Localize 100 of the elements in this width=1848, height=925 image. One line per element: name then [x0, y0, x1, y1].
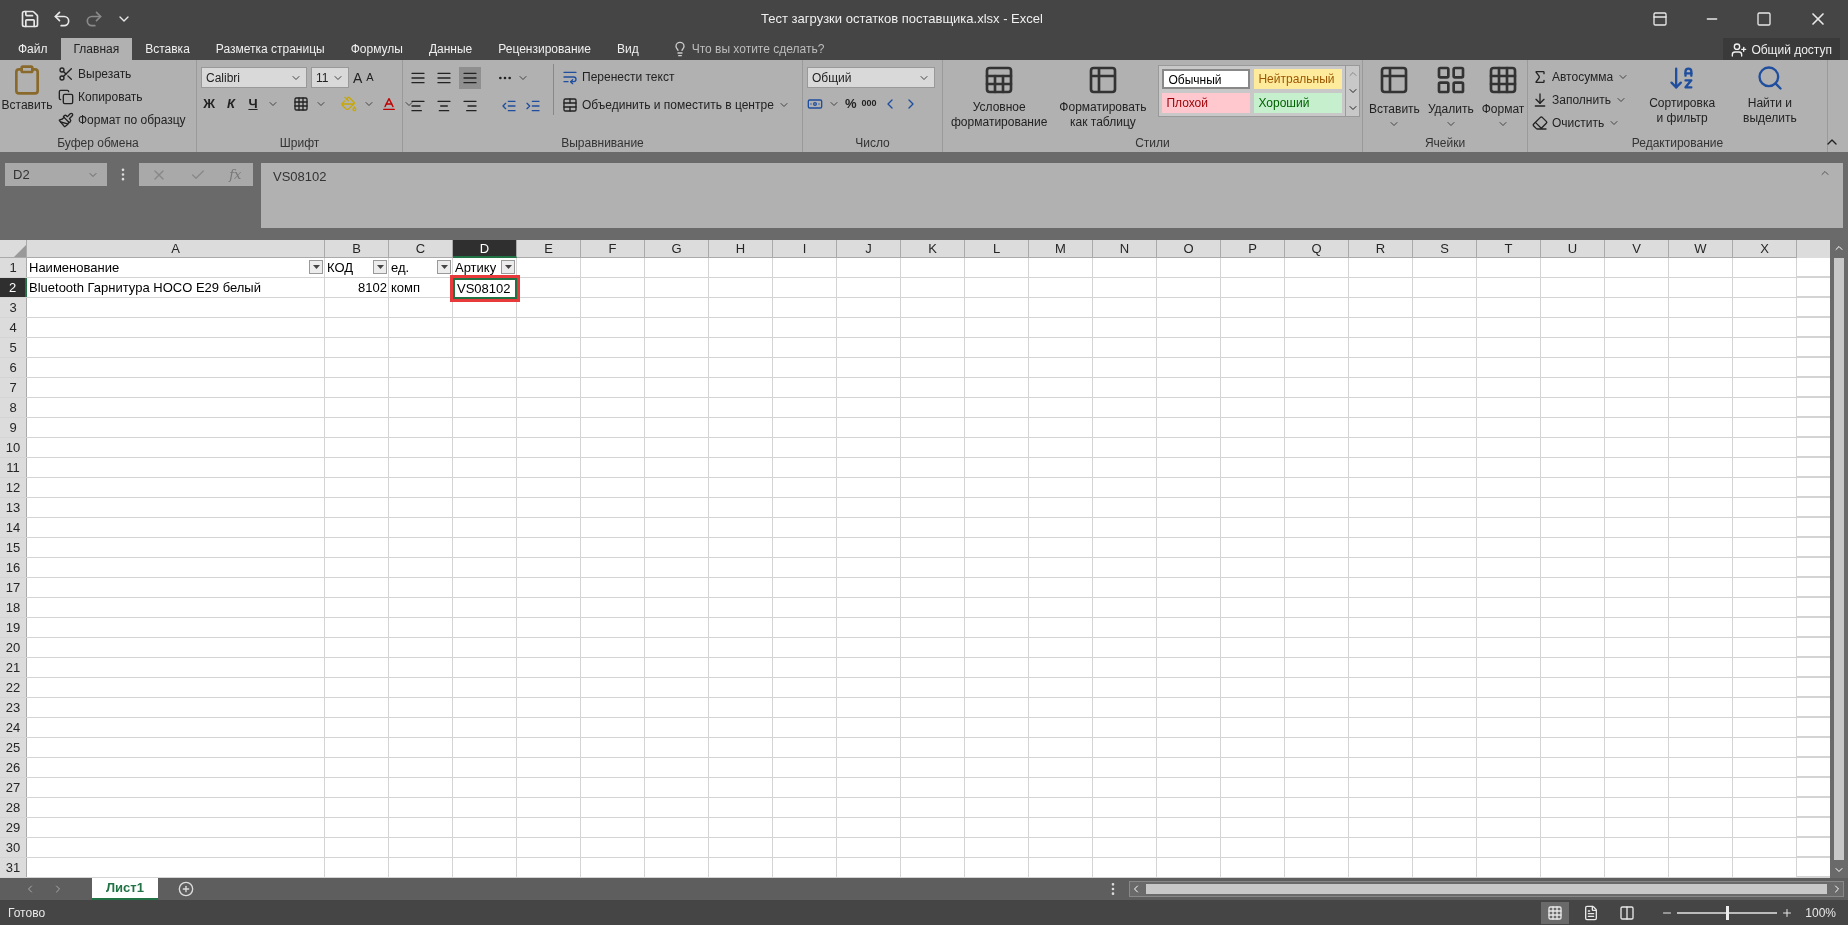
styles-button[interactable]: Условное форматирование	[947, 64, 1052, 130]
zoom-slider[interactable]	[1677, 905, 1778, 920]
undo-icon[interactable]	[52, 9, 72, 29]
cell-style-button[interactable]: Обычный	[1162, 69, 1251, 89]
row-header[interactable]: 10	[0, 438, 27, 457]
row-header[interactable]: 21	[0, 658, 27, 677]
align-left-icon[interactable]	[410, 98, 426, 114]
ribbon-tab[interactable]: Вставка	[132, 38, 203, 60]
column-header[interactable]: E	[517, 240, 581, 258]
row-header[interactable]: 9	[0, 418, 27, 437]
table-cell[interactable]: 8102	[325, 278, 389, 297]
font-size-field[interactable]: 11	[311, 67, 349, 88]
row-header[interactable]: 17	[0, 578, 27, 597]
ribbon-tab[interactable]: Вид	[603, 38, 652, 60]
shrink-font-button[interactable]: A	[366, 72, 374, 83]
row-header[interactable]: 8	[0, 398, 27, 417]
row-header[interactable]: 4	[0, 318, 27, 337]
column-header[interactable]: O	[1157, 240, 1221, 258]
row-header[interactable]: 16	[0, 558, 27, 577]
row-header[interactable]: 11	[0, 458, 27, 477]
column-header[interactable]: X	[1733, 240, 1797, 258]
row-header[interactable]: 28	[0, 798, 27, 817]
add-sheet-icon[interactable]	[177, 881, 194, 897]
ribbon-options-icon[interactable]	[1652, 11, 1668, 27]
percent-button[interactable]: %	[845, 94, 857, 114]
filter-button[interactable]	[437, 260, 451, 274]
row-header[interactable]: 1	[0, 258, 27, 277]
row-header[interactable]: 31	[0, 858, 27, 877]
table-cell[interactable]: ед.	[389, 258, 453, 277]
filter-button[interactable]	[309, 260, 323, 274]
table-cell[interactable]: Наименование	[27, 258, 325, 277]
align-right-icon[interactable]	[462, 98, 478, 114]
wrap-text-button[interactable]: Перенести текст	[562, 67, 790, 87]
save-icon[interactable]	[20, 9, 40, 29]
editing-button[interactable]: Заполнить	[1532, 89, 1630, 110]
underline-button[interactable]: Ч	[245, 94, 261, 114]
table-cell[interactable]: комп	[389, 278, 453, 297]
column-header[interactable]: V	[1605, 240, 1669, 258]
ribbon-tab[interactable]: Данные	[415, 38, 486, 60]
editing-big-button[interactable]: Найти и выделить	[1735, 64, 1805, 126]
maximize-icon[interactable]	[1756, 11, 1772, 27]
row-header[interactable]: 20	[0, 638, 27, 657]
row-header[interactable]: 12	[0, 478, 27, 497]
row-header[interactable]: 22	[0, 678, 27, 697]
column-header[interactable]: J	[837, 240, 901, 258]
grow-font-button[interactable]: A	[353, 70, 363, 85]
paste-button[interactable]: Вставить	[4, 64, 50, 114]
ribbon-tab[interactable]: Файл	[5, 38, 61, 60]
column-header[interactable]: R	[1349, 240, 1413, 258]
column-header[interactable]: H	[709, 240, 773, 258]
name-box[interactable]: D2	[5, 163, 107, 186]
table-cell[interactable]: КОД	[325, 258, 389, 277]
fill-color-icon[interactable]	[341, 95, 357, 112]
zoom-thumb[interactable]	[1726, 905, 1730, 920]
indent-increase-icon[interactable]	[525, 98, 541, 114]
cell-style-button[interactable]: Хороший	[1254, 93, 1343, 113]
view-button[interactable]	[1541, 901, 1570, 924]
cells-button[interactable]: Вставить	[1367, 64, 1422, 130]
vertical-scrollbar[interactable]	[1830, 240, 1848, 878]
ribbon-tab[interactable]: Главная	[60, 38, 133, 60]
row-header[interactable]: 3	[0, 298, 27, 317]
row-header[interactable]: 29	[0, 818, 27, 837]
bold-button[interactable]: Ж	[201, 94, 217, 114]
editing-button[interactable]: Очистить	[1532, 112, 1630, 133]
formula-field[interactable]: VS08102	[261, 163, 1843, 228]
row-header[interactable]: 27	[0, 778, 27, 797]
redo-icon[interactable]	[84, 9, 104, 29]
filter-button[interactable]	[373, 260, 387, 274]
column-header[interactable]: I	[773, 240, 837, 258]
zoom-level[interactable]: 100%	[1805, 903, 1836, 922]
row-header[interactable]: 13	[0, 498, 27, 517]
column-header[interactable]: D	[453, 240, 517, 258]
column-header[interactable]: N	[1093, 240, 1157, 258]
number-format-field[interactable]: Общий	[807, 67, 935, 88]
row-header[interactable]: 19	[0, 618, 27, 637]
column-header[interactable]: P	[1221, 240, 1285, 258]
row-header[interactable]: 6	[0, 358, 27, 377]
column-header[interactable]: L	[965, 240, 1029, 258]
row-header[interactable]: 5	[0, 338, 27, 357]
filter-button[interactable]	[501, 260, 515, 274]
cells-button[interactable]: Удалить	[1425, 64, 1476, 130]
column-header[interactable]: W	[1669, 240, 1733, 258]
italic-button[interactable]: К	[223, 94, 239, 114]
table-cell[interactable]: Артику	[453, 258, 517, 277]
align-center-icon[interactable]	[436, 98, 452, 114]
table-cell[interactable]: VS08102	[453, 278, 517, 299]
cell-style-button[interactable]: Плохой	[1162, 93, 1251, 113]
cells-button[interactable]: Формат	[1479, 64, 1527, 130]
styles-button[interactable]: Форматировать как таблицу	[1055, 64, 1151, 130]
row-header[interactable]: 2	[0, 278, 27, 297]
vertical-align-button[interactable]	[459, 67, 481, 89]
cell-style-button[interactable]: Нейтральный	[1254, 69, 1343, 89]
column-header[interactable]: B	[325, 240, 389, 258]
borders-icon[interactable]	[293, 95, 309, 112]
row-header[interactable]: 25	[0, 738, 27, 757]
clipboard-button[interactable]: Копировать	[58, 87, 186, 107]
clipboard-button[interactable]: Формат по образцу	[58, 110, 186, 130]
row-header[interactable]: 18	[0, 598, 27, 617]
row-header[interactable]: 26	[0, 758, 27, 777]
tell-me-field[interactable]: Что вы хотите сделать?	[691, 40, 892, 58]
